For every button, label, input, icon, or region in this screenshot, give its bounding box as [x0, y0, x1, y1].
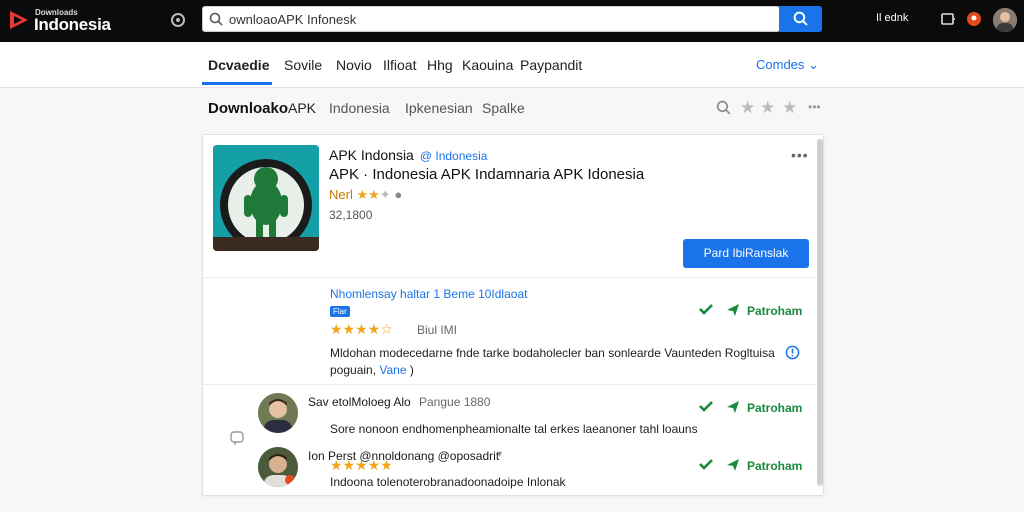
app-rating: Nerl ★★✦ ●: [329, 187, 402, 203]
account-label[interactable]: Il ednk: [876, 12, 908, 24]
category-tabs: Dcvaedie Sovile Novio Ilfioat Hhg Kaouin…: [0, 42, 1024, 88]
review-stars: ★★★★☆: [330, 321, 393, 337]
review-action[interactable]: Patroham: [747, 401, 802, 415]
review-stars: ★★★★★: [330, 457, 393, 473]
send-icon[interactable]: [725, 399, 741, 415]
breadcrumb-tools: ★ ★ ★ •••: [716, 98, 826, 118]
review-body-continued: poguain, Vane ): [330, 363, 414, 377]
android-robot-icon: [213, 145, 319, 251]
rating-stars-empty: ✦: [379, 187, 391, 202]
review-meta: Biul IMI: [417, 323, 458, 337]
tab-0[interactable]: Dcvaedie: [208, 57, 269, 73]
info-icon[interactable]: [785, 345, 800, 360]
breadcrumb-item-4[interactable]: Spalke: [482, 100, 525, 116]
app-icon-image[interactable]: [213, 145, 319, 251]
thumbs-up-icon[interactable]: [698, 399, 714, 415]
review-action[interactable]: Patroham: [747, 459, 802, 473]
reviewer-name[interactable]: Sav etolMoloeg Alo: [308, 395, 411, 409]
review-link-after: ): [406, 363, 414, 377]
categories-dropdown[interactable]: Comdes ⌄: [756, 57, 819, 73]
review-badge: Flar: [330, 306, 350, 317]
star-icon[interactable]: ★: [740, 98, 755, 118]
breadcrumb-item-3[interactable]: Ipkenesian: [405, 100, 473, 116]
review-action[interactable]: Patroham: [747, 304, 802, 318]
top-bar: Downloads Indonesia ownloaoAPK Infonesk …: [0, 0, 1024, 42]
tab-6[interactable]: Paypandit: [520, 57, 582, 73]
info-small-icon: ●: [394, 187, 403, 202]
user-avatar-icon: [993, 8, 1017, 32]
review-body: Sore nonoon endhomenpheamionalte tal erk…: [330, 422, 698, 436]
divider: [203, 384, 815, 385]
review-body: Mldohan modecedarne fnde tarke bodaholec…: [330, 346, 775, 360]
chevron-down-icon: ⌄: [808, 57, 819, 72]
thumbs-up-icon[interactable]: [698, 457, 714, 473]
search-input[interactable]: ownloaoAPK Infonesk: [229, 12, 356, 27]
send-icon[interactable]: [725, 302, 741, 318]
settings-icon[interactable]: [170, 12, 186, 28]
review-body: Indoona tolenoterobranadoonadoipe Inlona…: [330, 475, 566, 489]
rating-stars: ★★: [356, 187, 380, 202]
tab-4[interactable]: Hhg: [427, 57, 453, 73]
site-logo[interactable]: Downloads Indonesia: [8, 7, 111, 35]
comment-icon[interactable]: [229, 430, 245, 446]
tab-3[interactable]: Ilfioat: [383, 57, 416, 73]
scrollbar-thumb[interactable]: [817, 139, 823, 485]
rating-label: Nerl: [329, 187, 353, 202]
review-body-line2: poguain,: [330, 363, 380, 377]
play-logo-icon: [10, 11, 28, 29]
app-title: APK Indonsia @ Indonesia: [329, 147, 487, 163]
logo-title: Indonesia: [34, 15, 111, 34]
thumbs-up-icon[interactable]: [698, 302, 714, 318]
reviewer-avatar[interactable]: [258, 393, 298, 433]
breadcrumb-item-0[interactable]: Downloako: [208, 100, 288, 117]
more-options-icon[interactable]: •••: [791, 147, 809, 163]
star-icon[interactable]: ★: [760, 98, 775, 118]
reviewer-avatar-icon: [258, 447, 298, 487]
tab-2[interactable]: Novio: [336, 57, 372, 73]
star-icon[interactable]: ★: [782, 98, 797, 118]
search-icon: [209, 12, 223, 26]
active-tab-indicator: [202, 82, 272, 85]
search-button-icon: [793, 11, 808, 26]
tab-5[interactable]: Kaouina: [462, 57, 513, 73]
review-title[interactable]: Nhomlensay haltar 1 Beme 10Idlaoat: [330, 287, 527, 301]
app-title-text: APK Indonsia: [329, 147, 414, 163]
breadcrumb: Downloako APK Indonesia Ipkenesian Spalk…: [0, 88, 1024, 130]
search-box[interactable]: ownloaoAPK Infonesk: [202, 6, 780, 32]
divider: [203, 277, 815, 278]
app-card: APK Indonsia @ Indonesia APK · Indonesia …: [202, 134, 824, 496]
install-button[interactable]: Pard IbiRanslak: [683, 239, 809, 268]
search-button[interactable]: [779, 6, 822, 32]
review-date: Pangue 1880: [419, 395, 491, 409]
developer-link[interactable]: @ Indonesia: [420, 149, 488, 163]
reviewer-avatar-icon: [258, 393, 298, 433]
download-count: 32,1800: [329, 208, 373, 222]
breadcrumb-item-2[interactable]: Indonesia: [329, 100, 390, 116]
notification-icon[interactable]: [966, 11, 982, 27]
apps-icon[interactable]: [940, 11, 956, 27]
send-icon[interactable]: [725, 457, 741, 473]
chevron-down-icon[interactable]: ▾: [497, 449, 502, 460]
review-link[interactable]: Vane: [379, 363, 406, 377]
search-icon[interactable]: [716, 100, 731, 115]
app-subtitle: APK · Indonesia APK Indamnaria APK Idone…: [329, 166, 645, 183]
reviewer-avatar[interactable]: [258, 447, 298, 487]
breadcrumb-item-1[interactable]: APK: [288, 100, 316, 116]
categories-dropdown-label: Comdes: [756, 57, 805, 72]
more-icon[interactable]: •••: [808, 100, 821, 114]
user-avatar[interactable]: [993, 8, 1017, 32]
tab-1[interactable]: Sovile: [284, 57, 322, 73]
